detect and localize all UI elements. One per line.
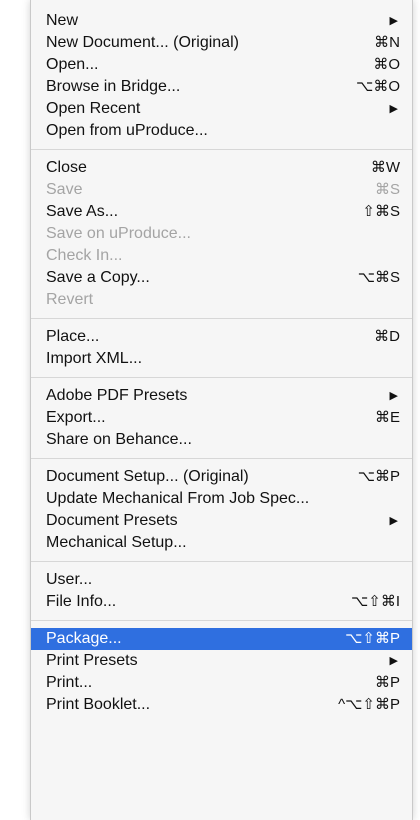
menu-separator [31,620,412,621]
menu-item-label: Print Booklet... [46,696,151,713]
keyboard-shortcut: ^⌥⇧⌘P [338,696,400,713]
menu-item-save: Save ⌘S [31,179,412,201]
menu-item-save-on-uproduce: Save on uProduce... [31,223,412,245]
menu-item-close[interactable]: Close ⌘W [31,157,412,179]
keyboard-shortcut: ⌘W [370,159,400,176]
menu-separator [31,458,412,459]
menu-item-label: Save on uProduce... [46,225,191,242]
keyboard-shortcut: ⌘E [374,409,400,426]
menu-item-label: Export... [46,409,106,426]
menu-item-label: Import XML... [46,350,143,367]
menu-item-label: Revert [46,291,94,308]
menu-item-label: Package... [46,630,122,647]
menu-item-save-a-copy[interactable]: Save a Copy... ⌥⌘S [31,267,412,289]
keyboard-shortcut: ⌘P [374,674,400,691]
menu-item-user[interactable]: User... [31,569,412,591]
submenu-arrow-icon: ▶ [389,390,398,402]
menu-item-label: Document Presets [46,512,178,529]
menu-item-place[interactable]: Place... ⌘D [31,326,412,348]
menu-item-label: Place... [46,328,100,345]
submenu-arrow-icon: ▶ [389,655,398,667]
menu-item-label: Share on Behance... [46,431,192,448]
keyboard-shortcut: ⌥⌘O [356,78,400,95]
menu-item-import-xml[interactable]: Import XML... [31,348,412,370]
keyboard-shortcut: ⌥⌘S [357,269,400,286]
keyboard-shortcut: ⌥⇧⌘I [350,593,400,610]
menu-item-label: Close [46,159,87,176]
menu-item-document-setup-original[interactable]: Document Setup... (Original) ⌥⌘P [31,466,412,488]
menu-item-document-presets[interactable]: Document Presets ▶ [31,510,412,532]
menu-item-new-document-original[interactable]: New Document... (Original) ⌘N [31,32,412,54]
menu-item-mechanical-setup[interactable]: Mechanical Setup... [31,532,412,554]
file-menu: New ▶ New Document... (Original) ⌘N Open... ⌘… [30,0,413,820]
menu-separator [31,377,412,378]
menu-item-label: Check In... [46,247,123,264]
menu-item-package[interactable]: Package... ⌥⇧⌘P [31,628,412,650]
menu-separator [31,561,412,562]
keyboard-shortcut: ⌘D [374,328,400,345]
menu-item-label: New Document... (Original) [46,34,239,51]
menu-item-save-as[interactable]: Save As... ⇧⌘S [31,201,412,223]
menu-item-label: Mechanical Setup... [46,534,187,551]
menu-item-browse-in-bridge[interactable]: Browse in Bridge... ⌥⌘O [31,76,412,98]
menu-separator [31,318,412,319]
menu-item-label: Print Presets [46,652,138,669]
menu-item-label: Update Mechanical From Job Spec... [46,490,310,507]
menu-item-print-presets[interactable]: Print Presets ▶ [31,650,412,672]
menu-item-label: Open from uProduce... [46,122,208,139]
menu-item-open-recent[interactable]: Open Recent ▶ [31,98,412,120]
menu-item-label: Save [46,181,83,198]
menu-item-label: New [46,12,79,29]
menu-item-print-booklet[interactable]: Print Booklet... ^⌥⇧⌘P [31,694,412,716]
menu-item-label: Save As... [46,203,119,220]
menu-item-update-mechanical-from-job-spec[interactable]: Update Mechanical From Job Spec... [31,488,412,510]
menu-item-label: Print... [46,674,93,691]
keyboard-shortcut: ⌥⌘P [357,468,400,485]
menu-item-adobe-pdf-presets[interactable]: Adobe PDF Presets ▶ [31,385,412,407]
submenu-arrow-icon: ▶ [389,15,398,27]
keyboard-shortcut: ⌘S [374,181,400,198]
menu-item-label: Open Recent [46,100,141,117]
menu-item-check-in: Check In... [31,245,412,267]
keyboard-shortcut: ⌥⇧⌘P [345,630,400,647]
menu-item-revert: Revert [31,289,412,311]
menu-separator [31,149,412,150]
keyboard-shortcut: ⌘O [373,56,400,73]
menu-item-open-from-uproduce[interactable]: Open from uProduce... [31,120,412,142]
menu-item-file-info[interactable]: File Info... ⌥⇧⌘I [31,591,412,613]
submenu-arrow-icon: ▶ [389,103,398,115]
submenu-arrow-icon: ▶ [389,515,398,527]
menu-item-open[interactable]: Open... ⌘O [31,54,412,76]
keyboard-shortcut: ⇧⌘S [362,203,400,220]
menu-item-label: Document Setup... (Original) [46,468,249,485]
menu-item-export[interactable]: Export... ⌘E [31,407,412,429]
menu-item-label: User... [46,571,93,588]
menu-item-label: Save a Copy... [46,269,150,286]
menu-item-print[interactable]: Print... ⌘P [31,672,412,694]
menu-item-label: Browse in Bridge... [46,78,181,95]
menu-item-share-on-behance[interactable]: Share on Behance... [31,429,412,451]
menu-item-label: Open... [46,56,99,73]
menu-item-label: Adobe PDF Presets [46,387,188,404]
menu-item-label: File Info... [46,593,117,610]
menu-item-new[interactable]: New ▶ [31,10,412,32]
keyboard-shortcut: ⌘N [374,34,400,51]
